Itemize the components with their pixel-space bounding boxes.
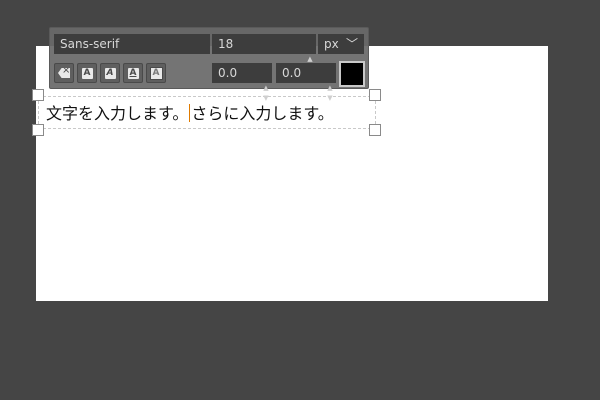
text-style-toolbar: Sans-serif 18 ▲ ▼ px ﹀ A A A A 0.0 ▲ ▼ 0… bbox=[49, 27, 369, 102]
font-name-value: Sans-serif bbox=[60, 37, 120, 51]
font-size-field[interactable]: 18 ▲ ▼ bbox=[212, 34, 316, 73]
spin-down-icon[interactable]: ▼ bbox=[326, 93, 334, 103]
spin-up-icon[interactable]: ▲ bbox=[326, 83, 334, 93]
text-before-caret: 文字を入力します。 bbox=[46, 104, 189, 123]
text-color-swatch[interactable] bbox=[339, 61, 365, 87]
spin-down-icon[interactable]: ▼ bbox=[262, 93, 270, 103]
underline-icon: A bbox=[127, 67, 139, 79]
text-after-caret: さらに入力します。 bbox=[191, 104, 334, 123]
kerning-spinner[interactable]: ▲ ▼ bbox=[326, 83, 334, 103]
resize-handle-top-left[interactable] bbox=[32, 89, 44, 101]
baseline-offset-field[interactable]: 0.0 ▲ ▼ bbox=[212, 63, 272, 102]
resize-handle-bottom-right[interactable] bbox=[369, 124, 381, 136]
italic-icon: A bbox=[104, 67, 116, 79]
outline-button[interactable]: A bbox=[146, 63, 166, 83]
baseline-offset-spinner[interactable]: ▲ ▼ bbox=[262, 83, 270, 103]
font-name-field[interactable]: Sans-serif bbox=[54, 34, 210, 54]
spin-up-icon[interactable]: ▲ bbox=[262, 83, 270, 93]
baseline-offset-value: 0.0 bbox=[218, 66, 238, 80]
canvas-text[interactable]: 文字を入力します。 さらに入力します。 bbox=[46, 104, 334, 124]
kerning-field[interactable]: 0.0 ▲ ▼ bbox=[276, 63, 336, 102]
outline-icon: A bbox=[149, 66, 163, 80]
unit-value: px bbox=[324, 37, 339, 51]
unit-select[interactable]: px ﹀ bbox=[318, 34, 364, 54]
font-size-value: 18 bbox=[218, 37, 234, 51]
resize-handle-bottom-left[interactable] bbox=[32, 124, 44, 136]
bold-icon: A bbox=[81, 67, 93, 79]
chevron-down-icon: ﹀ bbox=[345, 37, 358, 51]
clear-style-button[interactable] bbox=[54, 63, 74, 83]
kerning-value: 0.0 bbox=[282, 66, 302, 80]
resize-handle-top-right[interactable] bbox=[369, 89, 381, 101]
clear-style-icon bbox=[58, 68, 70, 78]
bold-button[interactable]: A bbox=[77, 63, 97, 83]
underline-button[interactable]: A bbox=[123, 63, 143, 83]
italic-button[interactable]: A bbox=[100, 63, 120, 83]
